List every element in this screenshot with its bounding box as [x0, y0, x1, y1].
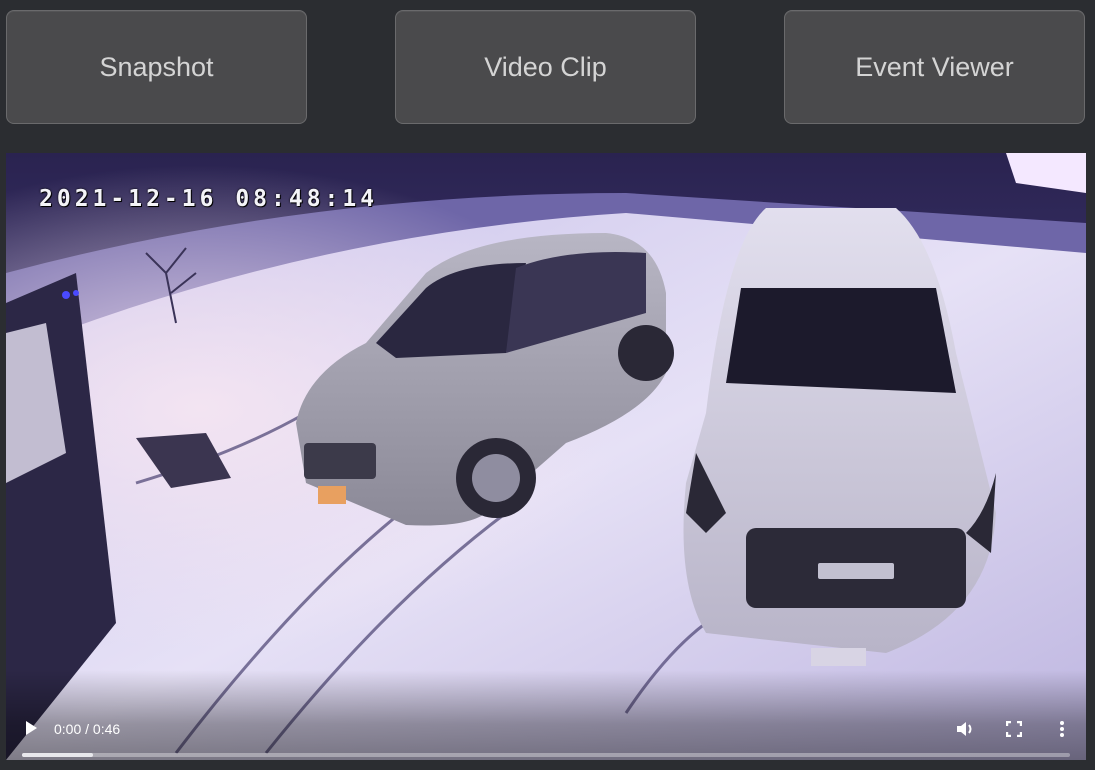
more-options-button[interactable]: [1050, 717, 1074, 741]
play-button[interactable]: [20, 717, 42, 739]
video-clip-button[interactable]: Video Clip: [395, 10, 696, 124]
volume-button[interactable]: [953, 717, 977, 741]
camera-frame: [6, 153, 1086, 760]
snapshot-button[interactable]: Snapshot: [6, 10, 307, 124]
toolbar: Snapshot Video Clip Event Viewer: [0, 0, 1095, 153]
time-display: 0:00 / 0:46: [54, 721, 121, 737]
play-icon: [26, 721, 37, 735]
fullscreen-icon: [1006, 721, 1022, 737]
volume-icon: [957, 722, 972, 736]
event-viewer-button[interactable]: Event Viewer: [784, 10, 1085, 124]
video-player[interactable]: 2021-12-16 08:48:14 0:00 / 0:46: [6, 153, 1086, 760]
progress-buffered: [22, 753, 94, 757]
more-options-icon: [1060, 721, 1064, 737]
fullscreen-button[interactable]: [1002, 717, 1026, 741]
overlay-timestamp: 2021-12-16 08:48:14: [39, 186, 379, 212]
progress-bar[interactable]: [22, 753, 1070, 757]
video-controls: 0:00 / 0:46: [6, 670, 1086, 760]
